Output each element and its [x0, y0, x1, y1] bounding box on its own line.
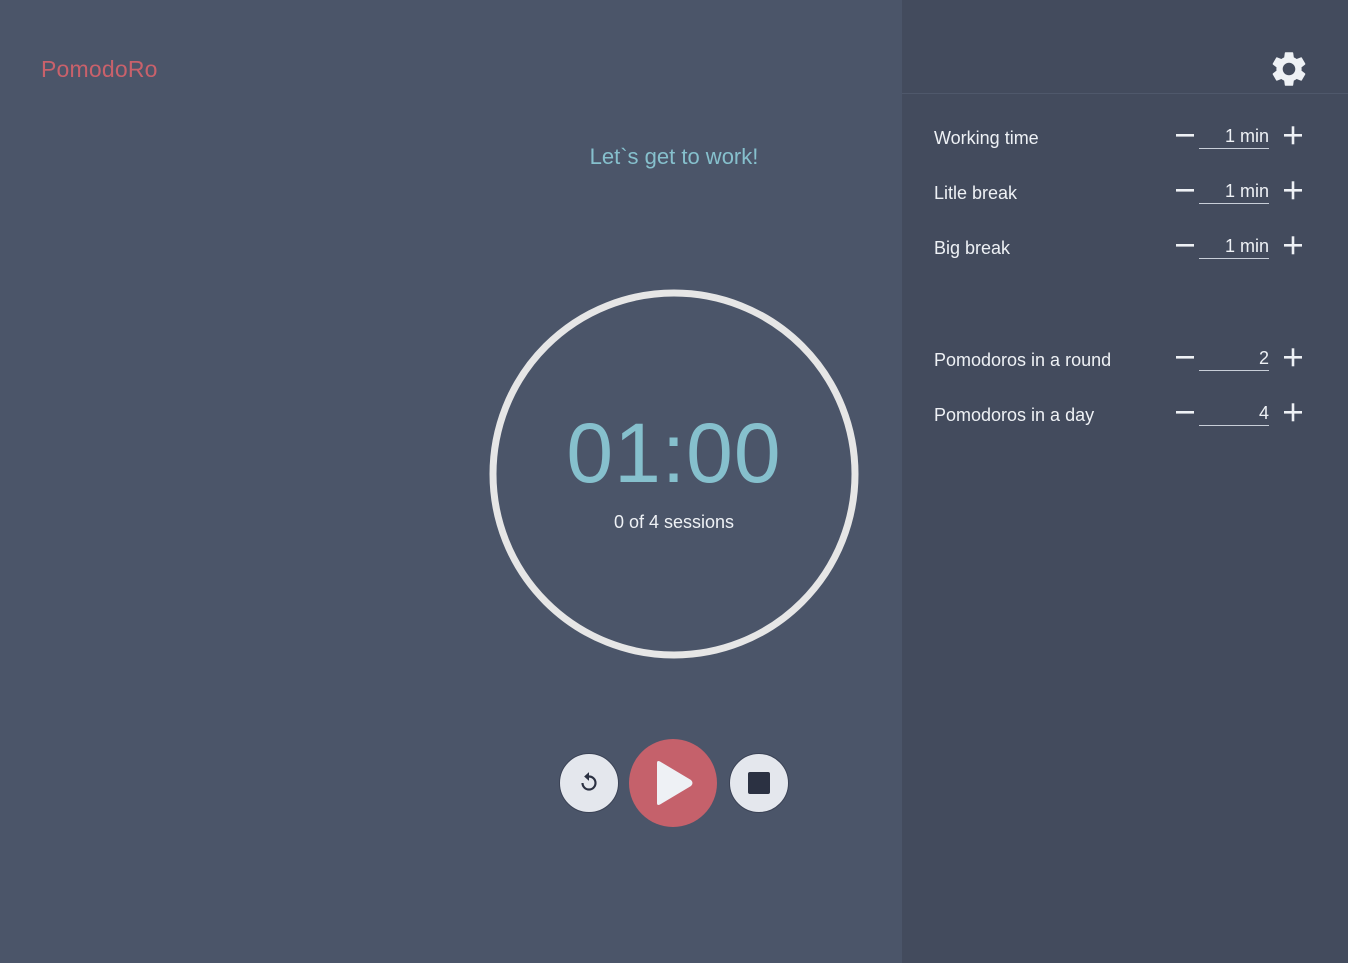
setting-label: Big break [934, 238, 1011, 258]
timer-panel: PomodoRo Let`s get to work! 01:00 0 of 4… [0, 0, 902, 963]
play-icon [657, 761, 693, 805]
plus-icon[interactable] [1282, 401, 1304, 423]
setting-big-break: Big break [934, 234, 1314, 264]
setting-pomodoros-day: Pomodoros in a day [934, 401, 1314, 431]
working-time-input[interactable] [1199, 125, 1269, 149]
setting-pomodoros-round: Pomodoros in a round [934, 346, 1314, 376]
minus-icon[interactable] [1174, 234, 1196, 256]
gear-icon[interactable] [1268, 48, 1310, 90]
settings-header [902, 0, 1348, 94]
reset-icon [581, 772, 597, 791]
plus-icon[interactable] [1282, 346, 1304, 368]
big-break-input[interactable] [1199, 235, 1269, 259]
timer-display: 01:00 [566, 406, 782, 500]
play-button[interactable] [629, 739, 717, 827]
timer-circle: 01:00 0 of 4 sessions [489, 289, 859, 659]
minus-icon[interactable] [1174, 179, 1196, 201]
setting-label: Pomodoros in a day [934, 405, 1095, 425]
setting-little-break: Litle break [934, 179, 1314, 209]
app-logo[interactable]: PomodoRo [41, 56, 158, 83]
session-counter: 0 of 4 sessions [613, 512, 735, 532]
status-message: Let`s get to work! [589, 144, 759, 169]
pomodoros-day-input[interactable] [1199, 402, 1269, 426]
settings-panel: Working time Litle break Big break Pomod… [902, 0, 1348, 963]
minus-icon[interactable] [1174, 401, 1196, 423]
plus-icon[interactable] [1282, 179, 1304, 201]
timer-controls [559, 739, 789, 827]
plus-icon[interactable] [1282, 234, 1304, 256]
setting-label: Pomodoros in a round [934, 350, 1112, 370]
pomodoro-app: PomodoRo Let`s get to work! 01:00 0 of 4… [0, 0, 1348, 963]
stop-icon [748, 772, 770, 794]
setting-label: Litle break [934, 183, 1018, 203]
minus-icon[interactable] [1174, 124, 1196, 146]
minus-icon[interactable] [1174, 346, 1196, 368]
little-break-input[interactable] [1199, 180, 1269, 204]
pomodoros-round-input[interactable] [1199, 347, 1269, 371]
stop-button[interactable] [729, 753, 789, 813]
setting-working-time: Working time [934, 124, 1314, 154]
plus-icon[interactable] [1282, 124, 1304, 146]
reset-button[interactable] [559, 753, 619, 813]
setting-label: Working time [934, 128, 1039, 148]
